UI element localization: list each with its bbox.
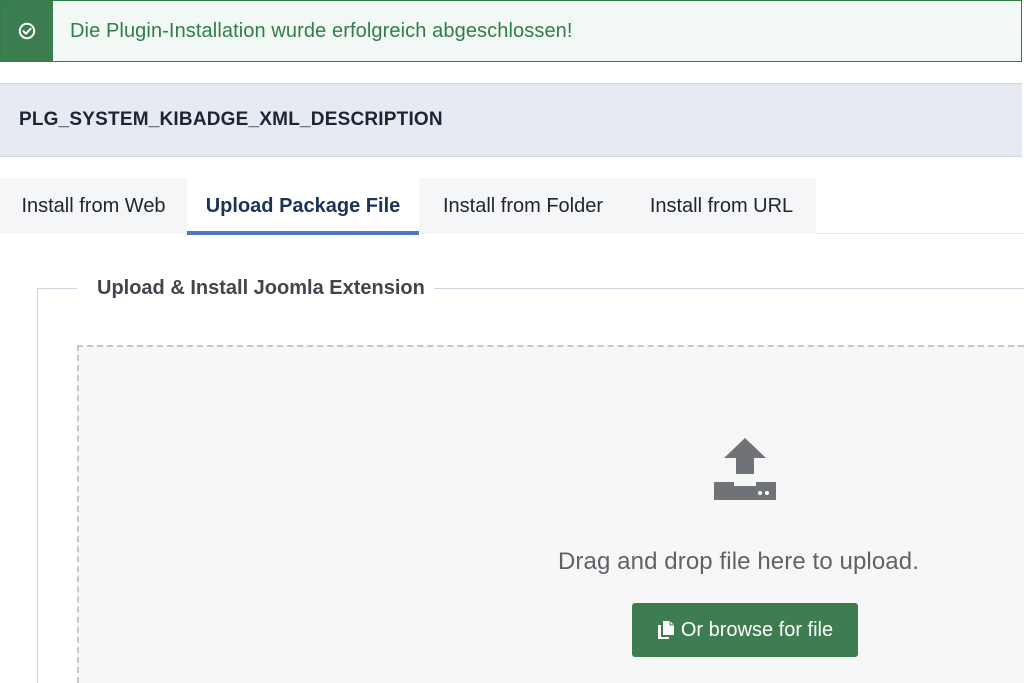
plugin-description: PLG_SYSTEM_KIBADGE_XML_DESCRIPTION [19,109,443,130]
install-tabs: Install from Web Upload Package File Ins… [0,178,1024,235]
fieldset-legend: Upload & Install Joomla Extension [97,277,425,299]
fieldset-border-left [37,288,38,683]
browse-file-label: Or browse for file [680,618,834,641]
success-alert: Die Plugin-Installation wurde erfolgreic… [0,0,1022,62]
fieldset-border-top-left [37,288,77,289]
tab-install-from-web[interactable]: Install from Web [0,178,187,234]
alert-message: Die Plugin-Installation wurde erfolgreic… [70,19,573,42]
alert-icon-box [1,1,53,61]
tab-install-from-url[interactable]: Install from URL [627,178,816,234]
plugin-description-bar: PLG_SYSTEM_KIBADGE_XML_DESCRIPTION [0,83,1022,157]
drop-instruction: Drag and drop file here to upload. [558,548,919,575]
copy-icon [657,621,674,639]
upload-icon [714,438,776,500]
tab-install-from-folder[interactable]: Install from Folder [419,178,627,234]
fieldset-border-top-right [434,288,1024,289]
upload-dropzone[interactable] [77,345,1024,683]
tab-upload-package-file[interactable]: Upload Package File [187,178,419,235]
check-circle-icon [18,22,36,40]
browse-file-button[interactable]: Or browse for file [632,603,858,657]
